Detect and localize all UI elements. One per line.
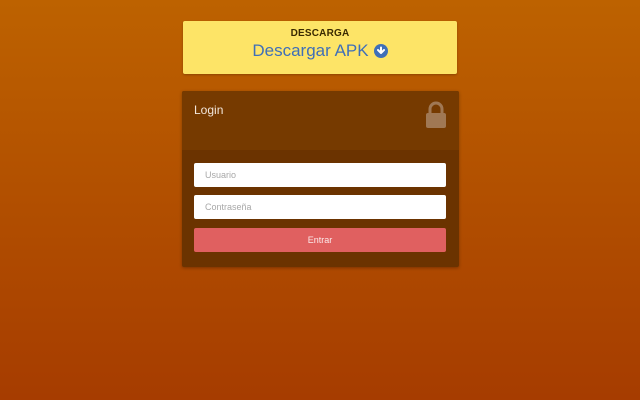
download-heading: DESCARGA: [290, 28, 350, 39]
login-card: Login Entrar: [182, 91, 459, 267]
lock-icon: [426, 101, 446, 128]
username-input[interactable]: [194, 163, 446, 187]
download-apk-label: Descargar APK: [252, 41, 369, 60]
login-header: Login: [182, 91, 459, 150]
login-title: Login: [194, 103, 224, 117]
download-card: DESCARGA Descargar APK: [183, 21, 457, 74]
download-apk-link[interactable]: Descargar APK: [252, 41, 388, 61]
page-background: { "download": { "heading": "DESCARGA", "…: [0, 0, 640, 400]
login-submit-button[interactable]: Entrar: [194, 228, 446, 252]
arrow-down-circle-icon: [373, 44, 388, 58]
password-input[interactable]: [194, 195, 446, 219]
